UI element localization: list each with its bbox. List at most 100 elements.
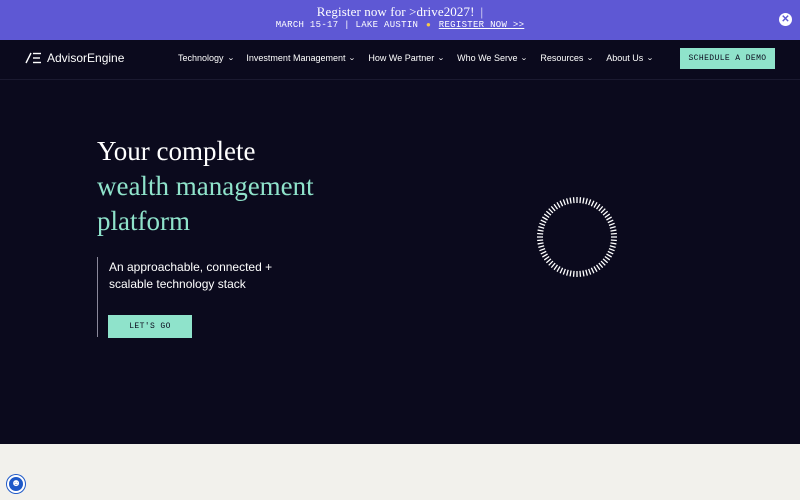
spinner-tick (609, 226, 616, 229)
advisorengine-logo-icon (25, 52, 41, 64)
spinner-tick (604, 255, 611, 261)
spinner-tick (588, 199, 592, 206)
banner-title: Register now for >drive2027! | (0, 4, 800, 20)
accessibility-icon[interactable]: ☻ (7, 475, 25, 493)
lets-go-button[interactable]: LET'S GO (108, 315, 192, 338)
spinner-tick (543, 255, 550, 261)
spinner-tick (550, 205, 556, 212)
spinner-tick (585, 269, 588, 276)
spinner-tick (595, 203, 601, 210)
spinner-tick (590, 200, 595, 207)
spinner-tick (569, 270, 572, 277)
logo-text: AdvisorEngine (47, 51, 125, 65)
spinner-tick (579, 197, 582, 204)
spinner-tick (572, 197, 575, 204)
nav-item-label: About Us (606, 53, 644, 63)
hero-title-line-3: platform (97, 206, 190, 236)
nav-item-how-we-partner[interactable]: How We Partner ⌄ (368, 53, 445, 63)
spinner-tick (590, 267, 595, 274)
spinner-tick (585, 198, 588, 205)
nav-item-about-us[interactable]: About Us ⌄ (606, 53, 655, 63)
spinner-tick (553, 203, 559, 210)
main-nav: AdvisorEngine Technology ⌄ Investment Man… (0, 40, 800, 80)
spinner-tick (608, 222, 615, 226)
spinner-tick (582, 197, 585, 204)
spinner-tick (540, 219, 547, 224)
spinner-tick (542, 253, 548, 258)
nav-item-label: Technology (178, 53, 224, 63)
spinner-tick (606, 216, 612, 221)
banner-event-info: MARCH 15-17 | LAKE AUSTIN (275, 20, 419, 30)
spinner-tick (600, 260, 606, 266)
banner-subtitle: MARCH 15-17 | LAKE AUSTIN ● REGISTER NOW… (0, 20, 800, 30)
chevron-down-icon: ⌄ (226, 55, 235, 62)
spinner-tick (538, 245, 545, 248)
spinner-tick (556, 266, 561, 272)
spinner-tick (588, 268, 592, 275)
nav-item-who-we-serve[interactable]: Who We Serve ⌄ (457, 53, 528, 63)
spinner-tick (539, 222, 546, 226)
hero-subtitle-line-2: scalable technology stack (109, 277, 246, 291)
spinner-tick (595, 264, 601, 271)
spinner-tick (545, 210, 552, 216)
hero-subtitle: An approachable, connected + scalable te… (109, 259, 272, 293)
nav-item-label: Resources (540, 53, 584, 63)
nav-item-label: How We Partner (368, 53, 435, 63)
chevron-down-icon: ⌄ (437, 55, 445, 62)
hero-title-line-1: Your complete (97, 136, 256, 166)
spinner-tick (540, 250, 547, 255)
spinner-tick (539, 248, 546, 252)
spinner-tick (562, 199, 566, 206)
chevron-down-icon: ⌄ (348, 55, 357, 62)
spinner-tick (607, 219, 614, 224)
logo[interactable]: AdvisorEngine (25, 51, 124, 65)
spinner-tick (593, 266, 598, 272)
hero-subtitle-line-1: An approachable, connected + (109, 260, 273, 274)
spinner-tick (610, 229, 617, 232)
spinner-tick (609, 245, 616, 248)
spinner-tick (566, 269, 569, 276)
nav-item-resources[interactable]: Resources ⌄ (540, 53, 595, 63)
spinner-tick (537, 232, 544, 235)
spinner-tick (566, 198, 569, 205)
schedule-demo-button[interactable]: SCHEDULE A DEMO (680, 48, 775, 69)
spinner-tick (600, 208, 606, 214)
spinner-tick (610, 239, 617, 242)
spinner-tick (537, 229, 544, 232)
register-now-link[interactable]: REGISTER NOW >> (439, 20, 525, 30)
chevron-down-icon: ⌄ (586, 55, 595, 62)
spinner-tick (598, 262, 604, 269)
nav-item-label: Investment Management (246, 53, 346, 63)
spinner-tick (548, 260, 554, 266)
lower-section (0, 444, 800, 500)
spinner-tick (538, 226, 545, 229)
announcement-banner: Register now for >drive2027! | MARCH 15-1… (0, 0, 800, 40)
spinner-tick (608, 248, 615, 252)
nav-menu: Technology ⌄ Investment Management ⌄ How W… (178, 53, 666, 63)
spinner-tick (553, 264, 559, 271)
spinner-tick (582, 270, 585, 277)
spinner-tick (559, 267, 564, 274)
spinner-tick (593, 202, 598, 208)
close-icon[interactable]: ✕ (779, 13, 792, 26)
nav-item-investment-management[interactable]: Investment Management ⌄ (246, 53, 357, 63)
chevron-down-icon: ⌄ (646, 55, 655, 62)
spinner-tick (542, 216, 548, 221)
spinner-tick (559, 200, 564, 207)
hero-title: Your complete wealth management platform (97, 134, 314, 239)
nav-item-technology[interactable]: Technology ⌄ (178, 53, 235, 63)
spinner-tick (545, 258, 552, 264)
spinner-tick (548, 208, 554, 214)
loading-spinner-icon (537, 197, 617, 277)
spinner-tick (562, 268, 566, 275)
spinner-tick (610, 242, 617, 245)
hero-title-line-2: wealth management (97, 171, 314, 201)
spinner-tick (543, 213, 550, 219)
spinner-tick (602, 258, 609, 264)
nav-item-label: Who We Serve (457, 53, 518, 63)
hero-divider (97, 257, 98, 337)
spinner-tick (556, 202, 561, 208)
spinner-tick (598, 205, 604, 212)
banner-divider: | (480, 4, 484, 19)
spinner-tick (610, 232, 617, 235)
